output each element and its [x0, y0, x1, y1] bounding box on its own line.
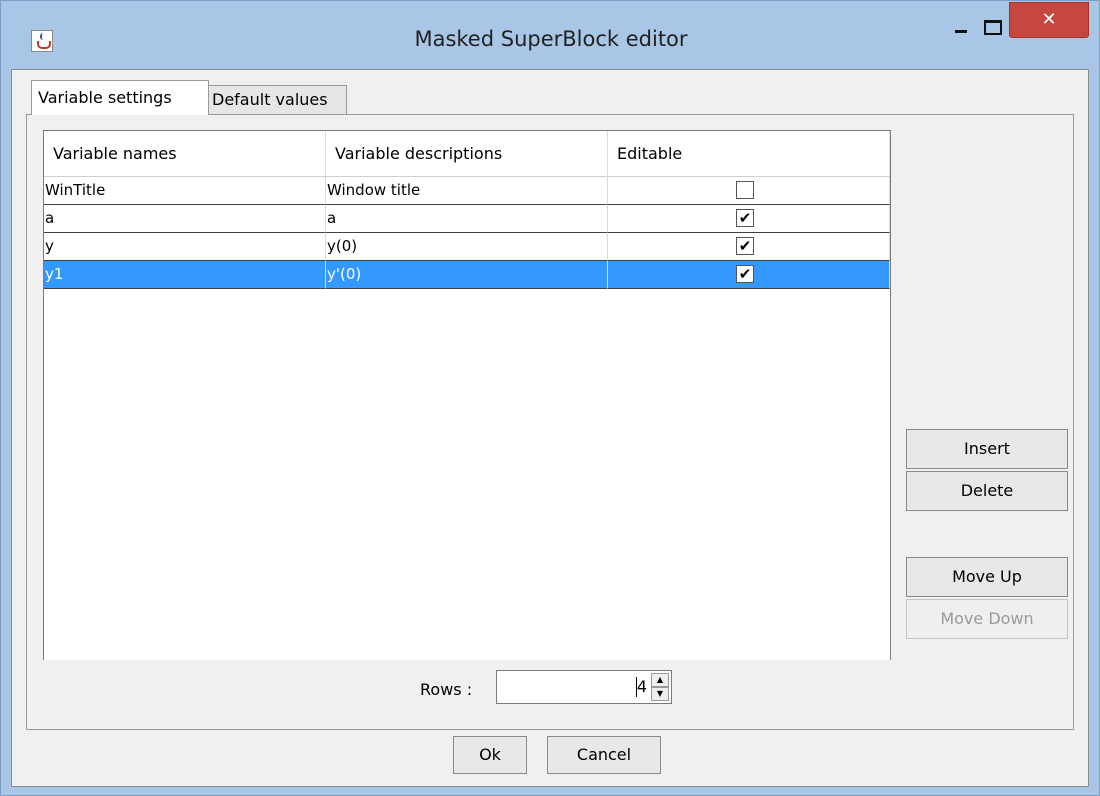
- spinner-down-icon[interactable]: ▼: [651, 687, 669, 701]
- cell-variable-name[interactable]: a: [44, 205, 326, 233]
- table-row[interactable]: WinTitle Window title: [44, 177, 890, 205]
- cell-variable-name[interactable]: y: [44, 233, 326, 261]
- dialog-window: Masked SuperBlock editor ✕ Variable sett…: [0, 0, 1100, 796]
- title-bar[interactable]: Masked SuperBlock editor ✕: [1, 1, 1099, 61]
- cell-variable-description[interactable]: a: [326, 205, 608, 233]
- minimize-icon: [955, 30, 967, 33]
- maximize-icon: [984, 20, 1002, 35]
- move-down-button-label: Move Down: [940, 609, 1034, 628]
- tab-variable-settings[interactable]: Variable settings: [31, 80, 209, 115]
- rows-value[interactable]: 4: [637, 677, 647, 696]
- close-icon: ✕: [1041, 9, 1057, 30]
- cell-editable[interactable]: ✔: [608, 261, 890, 289]
- spinner-up-icon[interactable]: ▲: [651, 673, 669, 687]
- ok-button[interactable]: Ok: [453, 736, 527, 774]
- column-header-editable[interactable]: Editable: [608, 131, 890, 177]
- insert-button[interactable]: Insert: [906, 429, 1068, 469]
- cell-editable[interactable]: ✔: [608, 205, 890, 233]
- ok-button-label: Ok: [479, 745, 501, 764]
- variables-table[interactable]: Variable names Variable descriptions Edi…: [43, 130, 891, 660]
- delete-button-label: Delete: [960, 481, 1014, 500]
- column-header-variable-descriptions[interactable]: Variable descriptions: [326, 131, 608, 177]
- cell-variable-description[interactable]: Window title: [326, 177, 608, 205]
- table-row-selected[interactable]: y1 y'(0) ✔: [44, 261, 890, 289]
- rows-spinner[interactable]: 4 ▲ ▼: [496, 670, 672, 704]
- cell-variable-description[interactable]: y(0): [326, 233, 608, 261]
- insert-button-label: Insert: [964, 439, 1010, 458]
- column-header-variable-names[interactable]: Variable names: [44, 131, 326, 177]
- cancel-button[interactable]: Cancel: [547, 736, 661, 774]
- variable-settings-panel: Variable names Variable descriptions Edi…: [26, 114, 1074, 730]
- cell-variable-description[interactable]: y'(0): [326, 261, 608, 289]
- move-up-button-label: Move Up: [952, 567, 1022, 586]
- close-button[interactable]: ✕: [1009, 2, 1089, 38]
- rows-label: Rows :: [420, 680, 473, 699]
- move-up-button[interactable]: Move Up: [906, 557, 1068, 597]
- cell-editable[interactable]: [608, 177, 890, 205]
- checkbox-icon[interactable]: [736, 181, 754, 199]
- cell-variable-name[interactable]: y1: [44, 261, 326, 289]
- move-down-button[interactable]: Move Down: [906, 599, 1068, 639]
- window-title: Masked SuperBlock editor: [414, 27, 688, 51]
- checkbox-icon[interactable]: ✔: [736, 209, 754, 227]
- delete-button[interactable]: Delete: [906, 471, 1068, 511]
- table-row[interactable]: y y(0) ✔: [44, 233, 890, 261]
- minimize-button[interactable]: [943, 2, 977, 40]
- dialog-content: Variable settings Default values Variabl…: [11, 69, 1089, 787]
- table-row[interactable]: a a ✔: [44, 205, 890, 233]
- checkbox-icon[interactable]: ✔: [736, 265, 754, 283]
- cell-editable[interactable]: ✔: [608, 233, 890, 261]
- tab-default-values[interactable]: Default values: [205, 85, 347, 115]
- cell-variable-name[interactable]: WinTitle: [44, 177, 326, 205]
- checkbox-icon[interactable]: ✔: [736, 237, 754, 255]
- maximize-button[interactable]: [977, 2, 1007, 40]
- cancel-button-label: Cancel: [576, 745, 632, 764]
